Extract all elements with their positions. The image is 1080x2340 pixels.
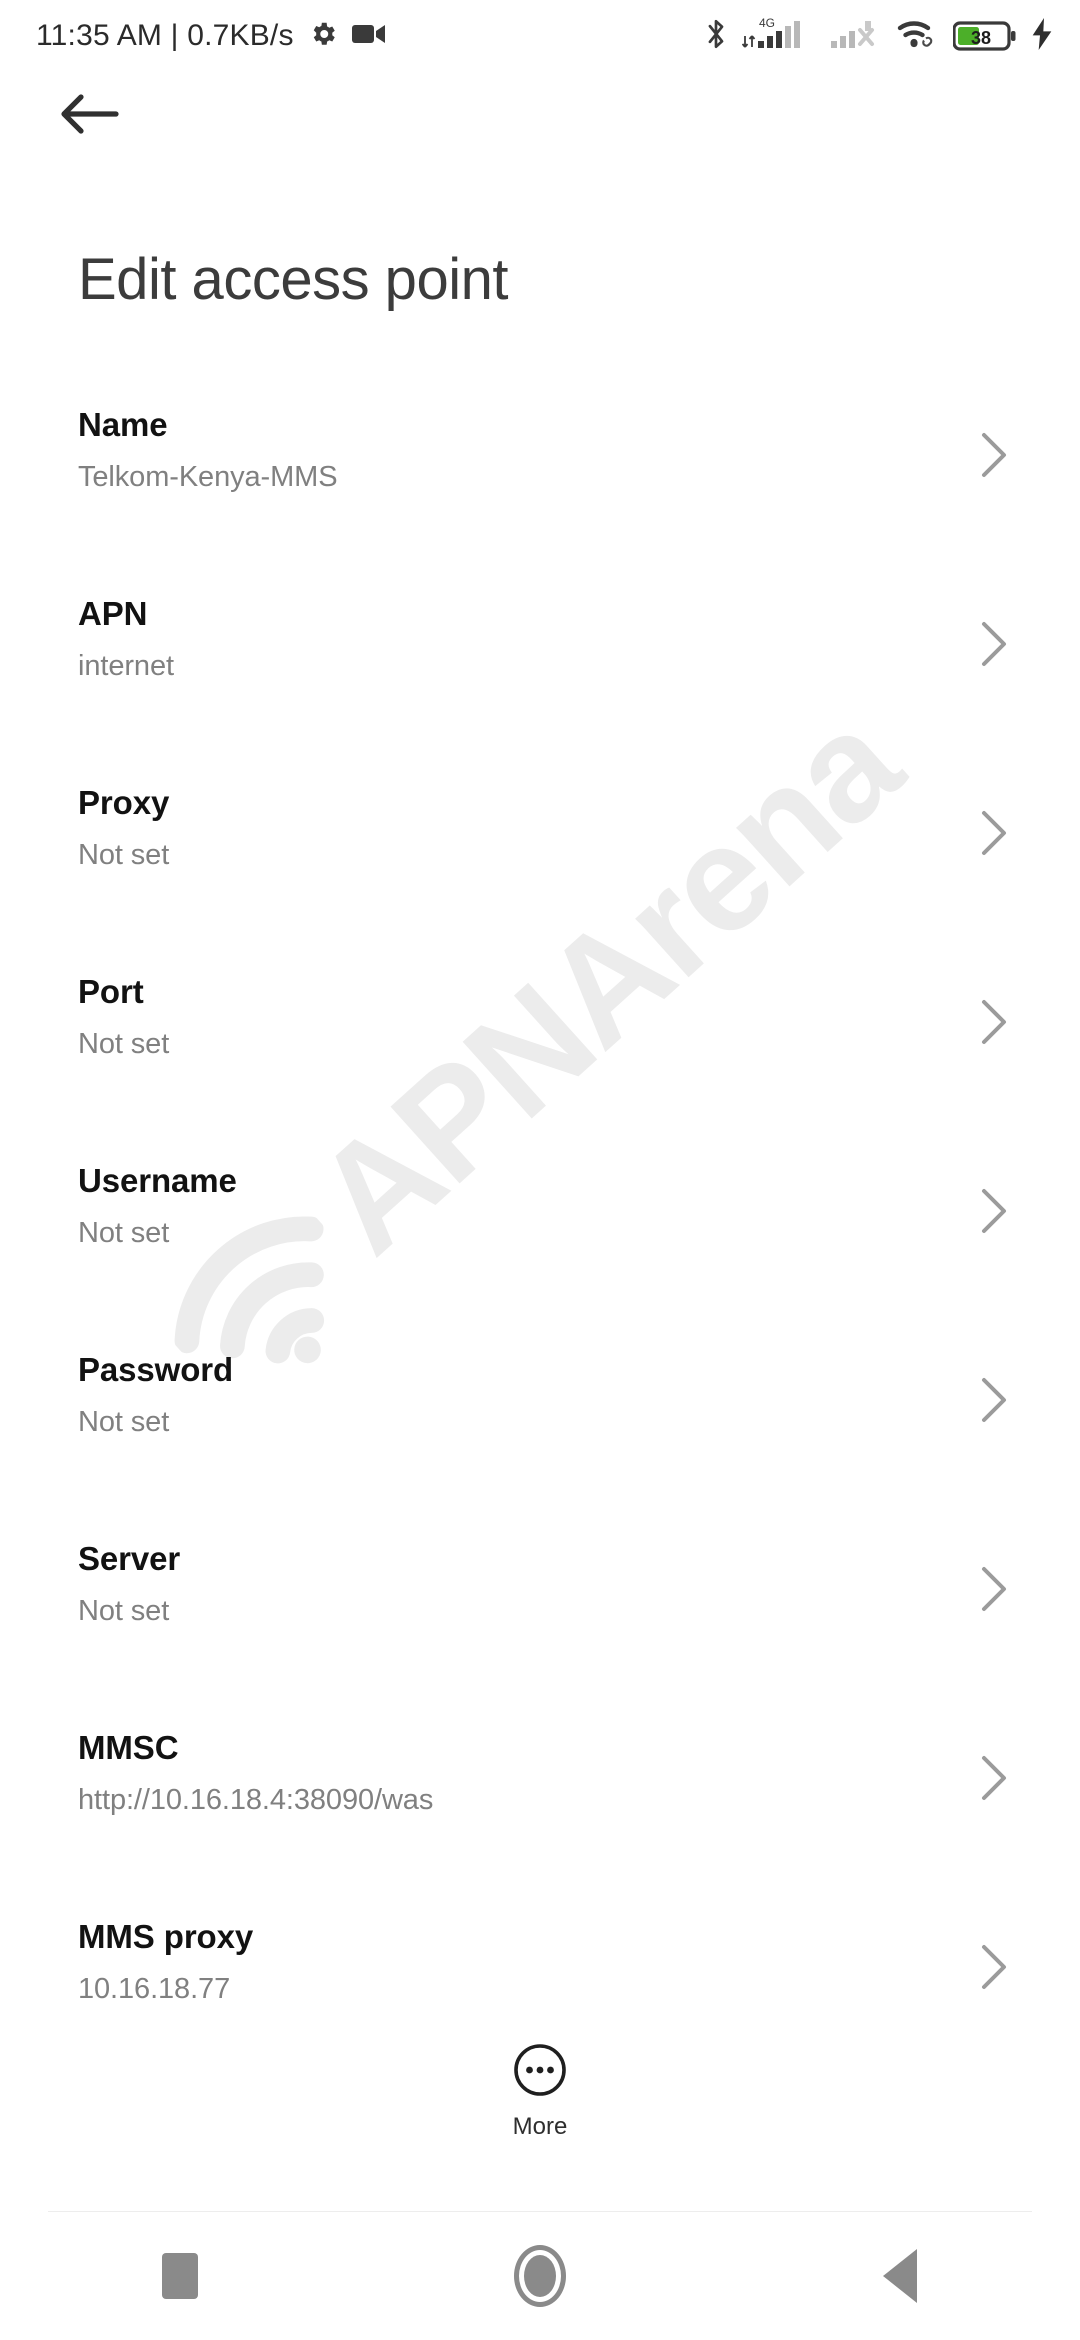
home-circle-icon [514, 2245, 566, 2307]
signal-bars-icon: 4G [741, 14, 816, 59]
nav-back-button[interactable] [720, 2249, 1080, 2303]
chevron-right-icon [980, 810, 1008, 856]
row-label: Password [78, 1351, 234, 1388]
settings-row-apn[interactable]: APN internet [0, 577, 1080, 766]
chevron-right-icon [980, 1755, 1008, 1801]
nav-home-button[interactable] [360, 2245, 720, 2307]
more-dots-circle-icon [512, 2042, 568, 2103]
row-value: internet [78, 650, 174, 682]
status-bar-right: 4G 38 [703, 14, 1054, 59]
chevron-right-icon [980, 621, 1008, 667]
row-value: Not set [78, 839, 170, 871]
settings-row-password[interactable]: Password Not set [0, 1333, 1080, 1522]
status-bar-left: 11:35 AM | 0.7KB/s [36, 19, 386, 54]
row-value: http://10.16.18.4:38090/was [78, 1784, 434, 1816]
battery-icon: 38 [953, 19, 1017, 53]
row-label: Server [78, 1540, 181, 1577]
row-value: Not set [78, 1217, 170, 1249]
row-value: Not set [78, 1406, 170, 1438]
settings-row-server[interactable]: Server Not set [0, 1522, 1080, 1711]
chevron-right-icon [980, 1944, 1008, 1990]
more-label: More [512, 2113, 568, 2140]
video-camera-icon [351, 21, 386, 52]
chevron-right-icon [980, 432, 1008, 478]
row-label: MMSC [78, 1729, 179, 1766]
chevron-right-icon [980, 1188, 1008, 1234]
settings-row-name[interactable]: Name Telkom-Kenya-MMS [0, 388, 1080, 577]
chevron-right-icon [980, 1377, 1008, 1423]
back-arrow-icon [59, 93, 119, 140]
row-label: Username [78, 1162, 237, 1199]
row-label: MMS proxy [78, 1918, 254, 1955]
row-value: Not set [78, 1028, 170, 1060]
wifi-icon [896, 17, 940, 56]
nav-recents-button[interactable] [0, 2253, 360, 2299]
back-button[interactable] [46, 74, 132, 158]
row-label: Proxy [78, 784, 170, 821]
row-value: Telkom-Kenya-MMS [78, 461, 338, 493]
row-label: APN [78, 595, 148, 632]
status-clock: 11:35 AM | 0.7KB/s [36, 19, 294, 52]
signal-no-service-icon [829, 14, 883, 59]
battery-level-text: 38 [971, 28, 991, 48]
charging-bolt-icon [1030, 17, 1054, 55]
status-bar: 11:35 AM | 0.7KB/s 4G 38 [0, 0, 1080, 72]
settings-row-proxy[interactable]: Proxy Not set [0, 766, 1080, 955]
row-value: Not set [78, 1595, 170, 1627]
bluetooth-icon [703, 17, 729, 56]
gear-icon [308, 19, 338, 54]
recents-square-icon [162, 2253, 198, 2299]
settings-row-username[interactable]: Username Not set [0, 1144, 1080, 1333]
settings-list: Name Telkom-Kenya-MMS APN internet Proxy… [0, 388, 1080, 2089]
settings-row-mmsc[interactable]: MMSC http://10.16.18.4:38090/was [0, 1711, 1080, 1900]
row-label: Name [78, 406, 168, 443]
row-value: 10.16.18.77 [78, 1973, 231, 2005]
chevron-right-icon [980, 1566, 1008, 1612]
chevron-right-icon [980, 999, 1008, 1045]
svg-text:4G: 4G [759, 16, 775, 30]
settings-row-port[interactable]: Port Not set [0, 955, 1080, 1144]
page-title: Edit access point [78, 247, 508, 312]
row-label: Port [78, 973, 144, 1010]
navigation-bar [0, 2212, 1080, 2340]
back-triangle-icon [883, 2249, 917, 2303]
more-button[interactable]: More [0, 2042, 1080, 2139]
